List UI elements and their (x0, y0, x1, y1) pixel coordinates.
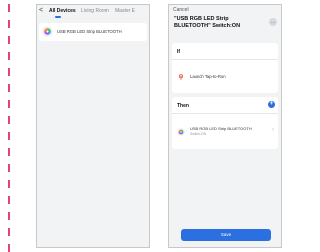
add-action-button[interactable]: + (268, 101, 275, 108)
device-name: USB RGB LED Strip BLUETOOTH (57, 29, 122, 34)
divider (172, 113, 278, 114)
device-list-screen: < All Devices Living Room Master E USB R… (36, 4, 150, 248)
page-title: "USB RGB LED Strip BLUETOOTH" Switch:ON (174, 16, 241, 29)
dashed-margin-line (8, 4, 10, 252)
action-detail: Switch:ON (190, 132, 207, 136)
divider (172, 59, 278, 60)
then-label: Then (177, 103, 189, 109)
then-section: Then + USB RGB LED Strip BLUETOOTH Switc… (172, 97, 278, 149)
active-tab-indicator (55, 16, 61, 18)
action-device-name[interactable]: USB RGB LED Strip BLUETOOTH (190, 126, 252, 131)
if-label: If (177, 49, 181, 55)
more-options-button[interactable]: … (269, 18, 277, 26)
back-icon[interactable]: < (39, 7, 43, 14)
tap-to-run-icon (178, 74, 184, 80)
cancel-button[interactable]: Cancel (173, 7, 189, 13)
tab-bar: < All Devices Living Room Master E (37, 5, 149, 19)
bulb-icon (177, 128, 185, 136)
if-section: If Launch Tap-to-Run (172, 43, 278, 93)
bulb-icon (42, 26, 53, 37)
scene-editor-screen: Cancel "USB RGB LED Strip BLUETOOTH" Swi… (168, 4, 282, 248)
condition-text[interactable]: Launch Tap-to-Run (190, 74, 226, 79)
tab-master-bedroom[interactable]: Master E (115, 8, 135, 14)
chevron-right-icon: › (272, 127, 274, 133)
tab-all-devices[interactable]: All Devices (49, 8, 76, 14)
save-button[interactable]: Save (181, 229, 271, 241)
device-list-item[interactable]: USB RGB LED Strip BLUETOOTH (39, 23, 147, 41)
tab-living-room[interactable]: Living Room (81, 8, 109, 14)
